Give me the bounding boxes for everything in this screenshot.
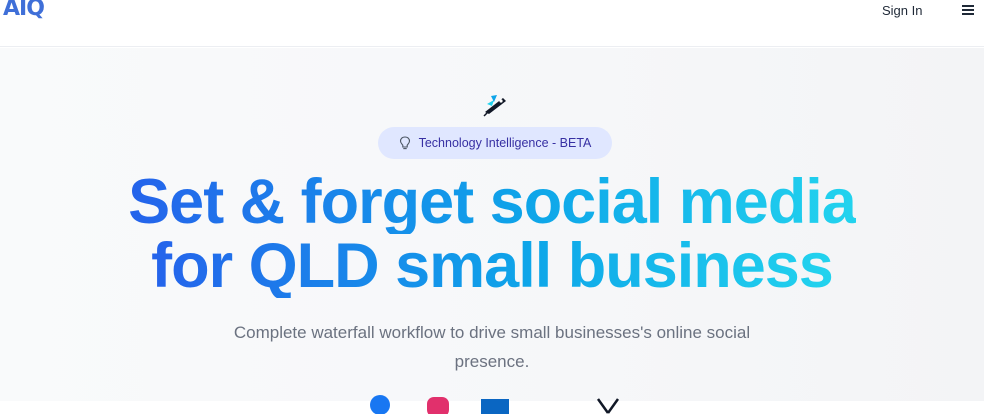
headline-line-2: for QLD small business (151, 231, 834, 301)
top-navbar: AIQ Sign In (0, 0, 984, 47)
hamburger-menu-icon[interactable] (962, 5, 974, 17)
beta-badge: Technology Intelligence - BETA (378, 127, 612, 159)
badge-label: Technology Intelligence - BETA (418, 136, 592, 150)
hero-headline: Set & forget social media for QLD small … (0, 170, 984, 298)
rocket-icon (483, 95, 506, 117)
facebook-icon[interactable] (369, 394, 391, 414)
hero-section: Technology Intelligence - BETA Set & for… (0, 48, 984, 414)
headline-line-1: Set & forget social media (128, 167, 857, 237)
instagram-icon[interactable] (426, 394, 450, 414)
hero-subtitle: Complete waterfall workflow to drive sma… (233, 323, 751, 371)
aiq-logo[interactable]: AIQ (3, 0, 45, 24)
linkedin-icon[interactable] (481, 394, 509, 414)
lightbulb-icon (399, 136, 410, 150)
x-icon[interactable] (596, 394, 622, 414)
sign-in-link[interactable]: Sign In (882, 2, 922, 20)
